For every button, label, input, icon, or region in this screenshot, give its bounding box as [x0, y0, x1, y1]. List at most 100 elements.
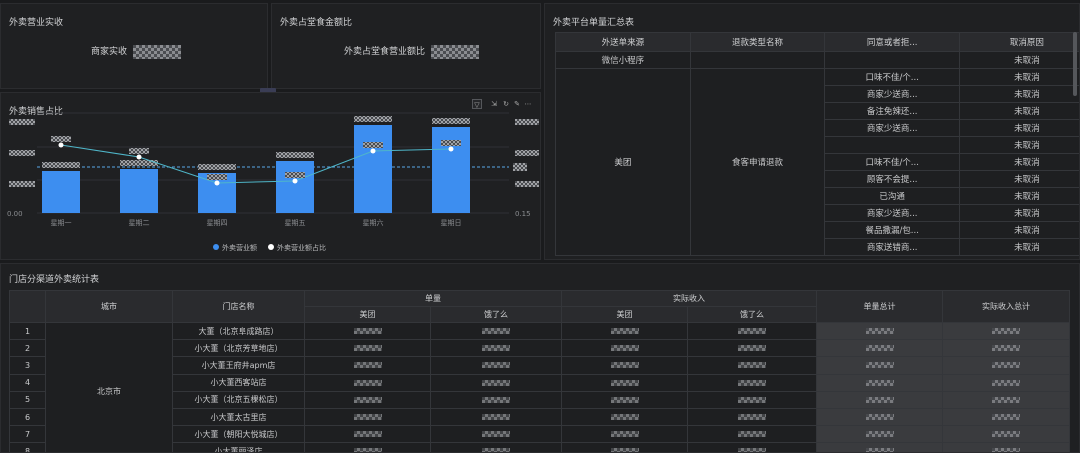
masked-total-cell — [942, 390, 1070, 409]
masked-cell — [561, 407, 688, 427]
table-row: 美团 食客申请退款 口味不佳/个... 未取消 — [555, 68, 1079, 256]
line-point — [370, 148, 376, 154]
masked-value — [353, 345, 382, 352]
empty-cell — [689, 51, 826, 69]
cancel-reason-cell: 未取消 — [959, 102, 1079, 120]
panel-title: 外卖营业实收 — [9, 18, 64, 28]
masked-value — [353, 362, 382, 369]
masked-total-cell — [942, 373, 1070, 392]
line-point — [292, 178, 298, 184]
masked-value — [482, 396, 510, 403]
store-name-cell: 小大董（北京芳草地店） — [172, 339, 305, 358]
masked-cell — [430, 390, 562, 409]
masked-cell — [687, 339, 817, 358]
summary-table: 外送单来源退款类型名称同意或者拒...取消原因账单主键账单流水号食客支付商家收入… — [555, 32, 1079, 256]
store-name-cell: 小大董（北京五棵松店） — [172, 390, 305, 409]
masked-value — [992, 362, 1020, 369]
masked-value — [353, 431, 382, 438]
point-masked-label — [285, 172, 305, 178]
masked-cell — [561, 390, 688, 409]
masked-cell — [687, 407, 817, 427]
masked-value — [610, 396, 639, 403]
agree-reject-cell: 口味不佳/个... — [824, 68, 961, 86]
masked-cell — [561, 373, 688, 392]
store-name-cell: 小大董丽泽店 — [172, 442, 305, 452]
summary-header: 取消原因 — [959, 32, 1079, 52]
header-store: 门店名称 — [172, 290, 305, 323]
masked-total-cell — [942, 407, 1070, 427]
masked-cell — [304, 442, 431, 452]
masked-cell — [430, 425, 562, 444]
masked-value — [610, 431, 639, 438]
table-row: 微信小程序 未取消 — [555, 51, 1079, 69]
row-index: 8 — [9, 442, 46, 452]
cancel-reason-cell: 未取消 — [959, 51, 1079, 69]
kpi-panel-takeout-income: 外卖营业实收 商家实收 — [0, 3, 268, 89]
legend-label-bar: 外卖营业额 — [222, 243, 257, 252]
kpi-row: 商家实收 — [91, 44, 181, 59]
line-point — [448, 146, 454, 152]
legend-marker-line — [268, 244, 274, 250]
masked-value — [738, 414, 766, 421]
agree-reject-cell: 商家少送商... — [824, 85, 961, 103]
left-axis-masked-tick — [9, 119, 35, 125]
kpi-label: 商家实收 — [91, 47, 128, 57]
masked-cell — [430, 339, 562, 358]
bar-masked-label — [276, 152, 314, 158]
masked-value — [992, 431, 1020, 438]
point-masked-label — [363, 142, 383, 148]
agree-reject-cell: 商家少送商... — [824, 204, 961, 222]
agree-reject-cell: 口味不佳/个... — [824, 153, 961, 171]
store-name-cell: 大董（北京阜成路店） — [172, 321, 305, 341]
masked-value — [992, 448, 1020, 452]
row-index: 1 — [9, 321, 46, 341]
masked-value — [482, 379, 510, 386]
masked-value — [610, 414, 639, 421]
masked-total-cell — [816, 339, 943, 358]
point-masked-label — [207, 174, 227, 180]
bar — [432, 127, 470, 213]
bar-masked-label — [198, 164, 236, 170]
agree-reject-cell: 餐品撒漏/包... — [824, 221, 961, 239]
store-name-cell: 小大董太古里店 — [172, 407, 305, 427]
bar — [120, 169, 158, 213]
cancel-reason-cell: 未取消 — [959, 68, 1079, 86]
masked-value — [353, 328, 382, 335]
masked-total-cell — [942, 442, 1070, 452]
masked-cell — [304, 321, 431, 341]
cancel-reason-cell: 未取消 — [959, 136, 1079, 154]
masked-value — [610, 362, 639, 369]
store-name-cell: 小大董王府井apm店 — [172, 356, 305, 375]
store-name-cell: 小大董西客站店 — [172, 373, 305, 392]
masked-cell — [561, 339, 688, 358]
scrollbar[interactable] — [1073, 32, 1077, 96]
left-axis-tick: 0.00 — [7, 210, 23, 218]
right-axis-masked-tick — [515, 181, 539, 187]
masked-total-cell — [816, 425, 943, 444]
masked-value — [482, 362, 510, 369]
masked-cell — [561, 442, 688, 452]
masked-cell — [687, 356, 817, 375]
masked-cell — [304, 339, 431, 358]
masked-cell — [304, 390, 431, 409]
bar-line-chart: 0.00 0.15 星期一 星期二 星期四 星期五 星期六 星期日外卖营业额 外卖营业额占比 — [7, 112, 539, 252]
masked-cell — [687, 390, 817, 409]
masked-total-cell — [816, 442, 943, 452]
masked-value — [610, 448, 639, 452]
category-label: 星期日 — [441, 219, 462, 227]
cancel-reason-cell: 未取消 — [959, 204, 1079, 222]
source-cell: 微信小程序 — [555, 51, 691, 69]
panel-title: 门店分渠道外卖统计表 — [9, 275, 100, 285]
header-income: 实际收入 — [561, 290, 817, 307]
right-axis-masked-tick — [515, 150, 539, 156]
store-name-cell: 小大董（朝阳大悦城店） — [172, 425, 305, 444]
masked-value — [610, 328, 639, 335]
share-line — [60, 144, 452, 184]
masked-total-cell — [942, 425, 1070, 444]
agree-reject-cell: 商家送错商... — [824, 238, 961, 256]
cancel-reason-cell: 未取消 — [959, 153, 1079, 171]
masked-value — [353, 379, 382, 386]
masked-value — [992, 345, 1020, 352]
point-masked-label — [129, 148, 149, 154]
category-label: 星期一 — [51, 219, 72, 227]
